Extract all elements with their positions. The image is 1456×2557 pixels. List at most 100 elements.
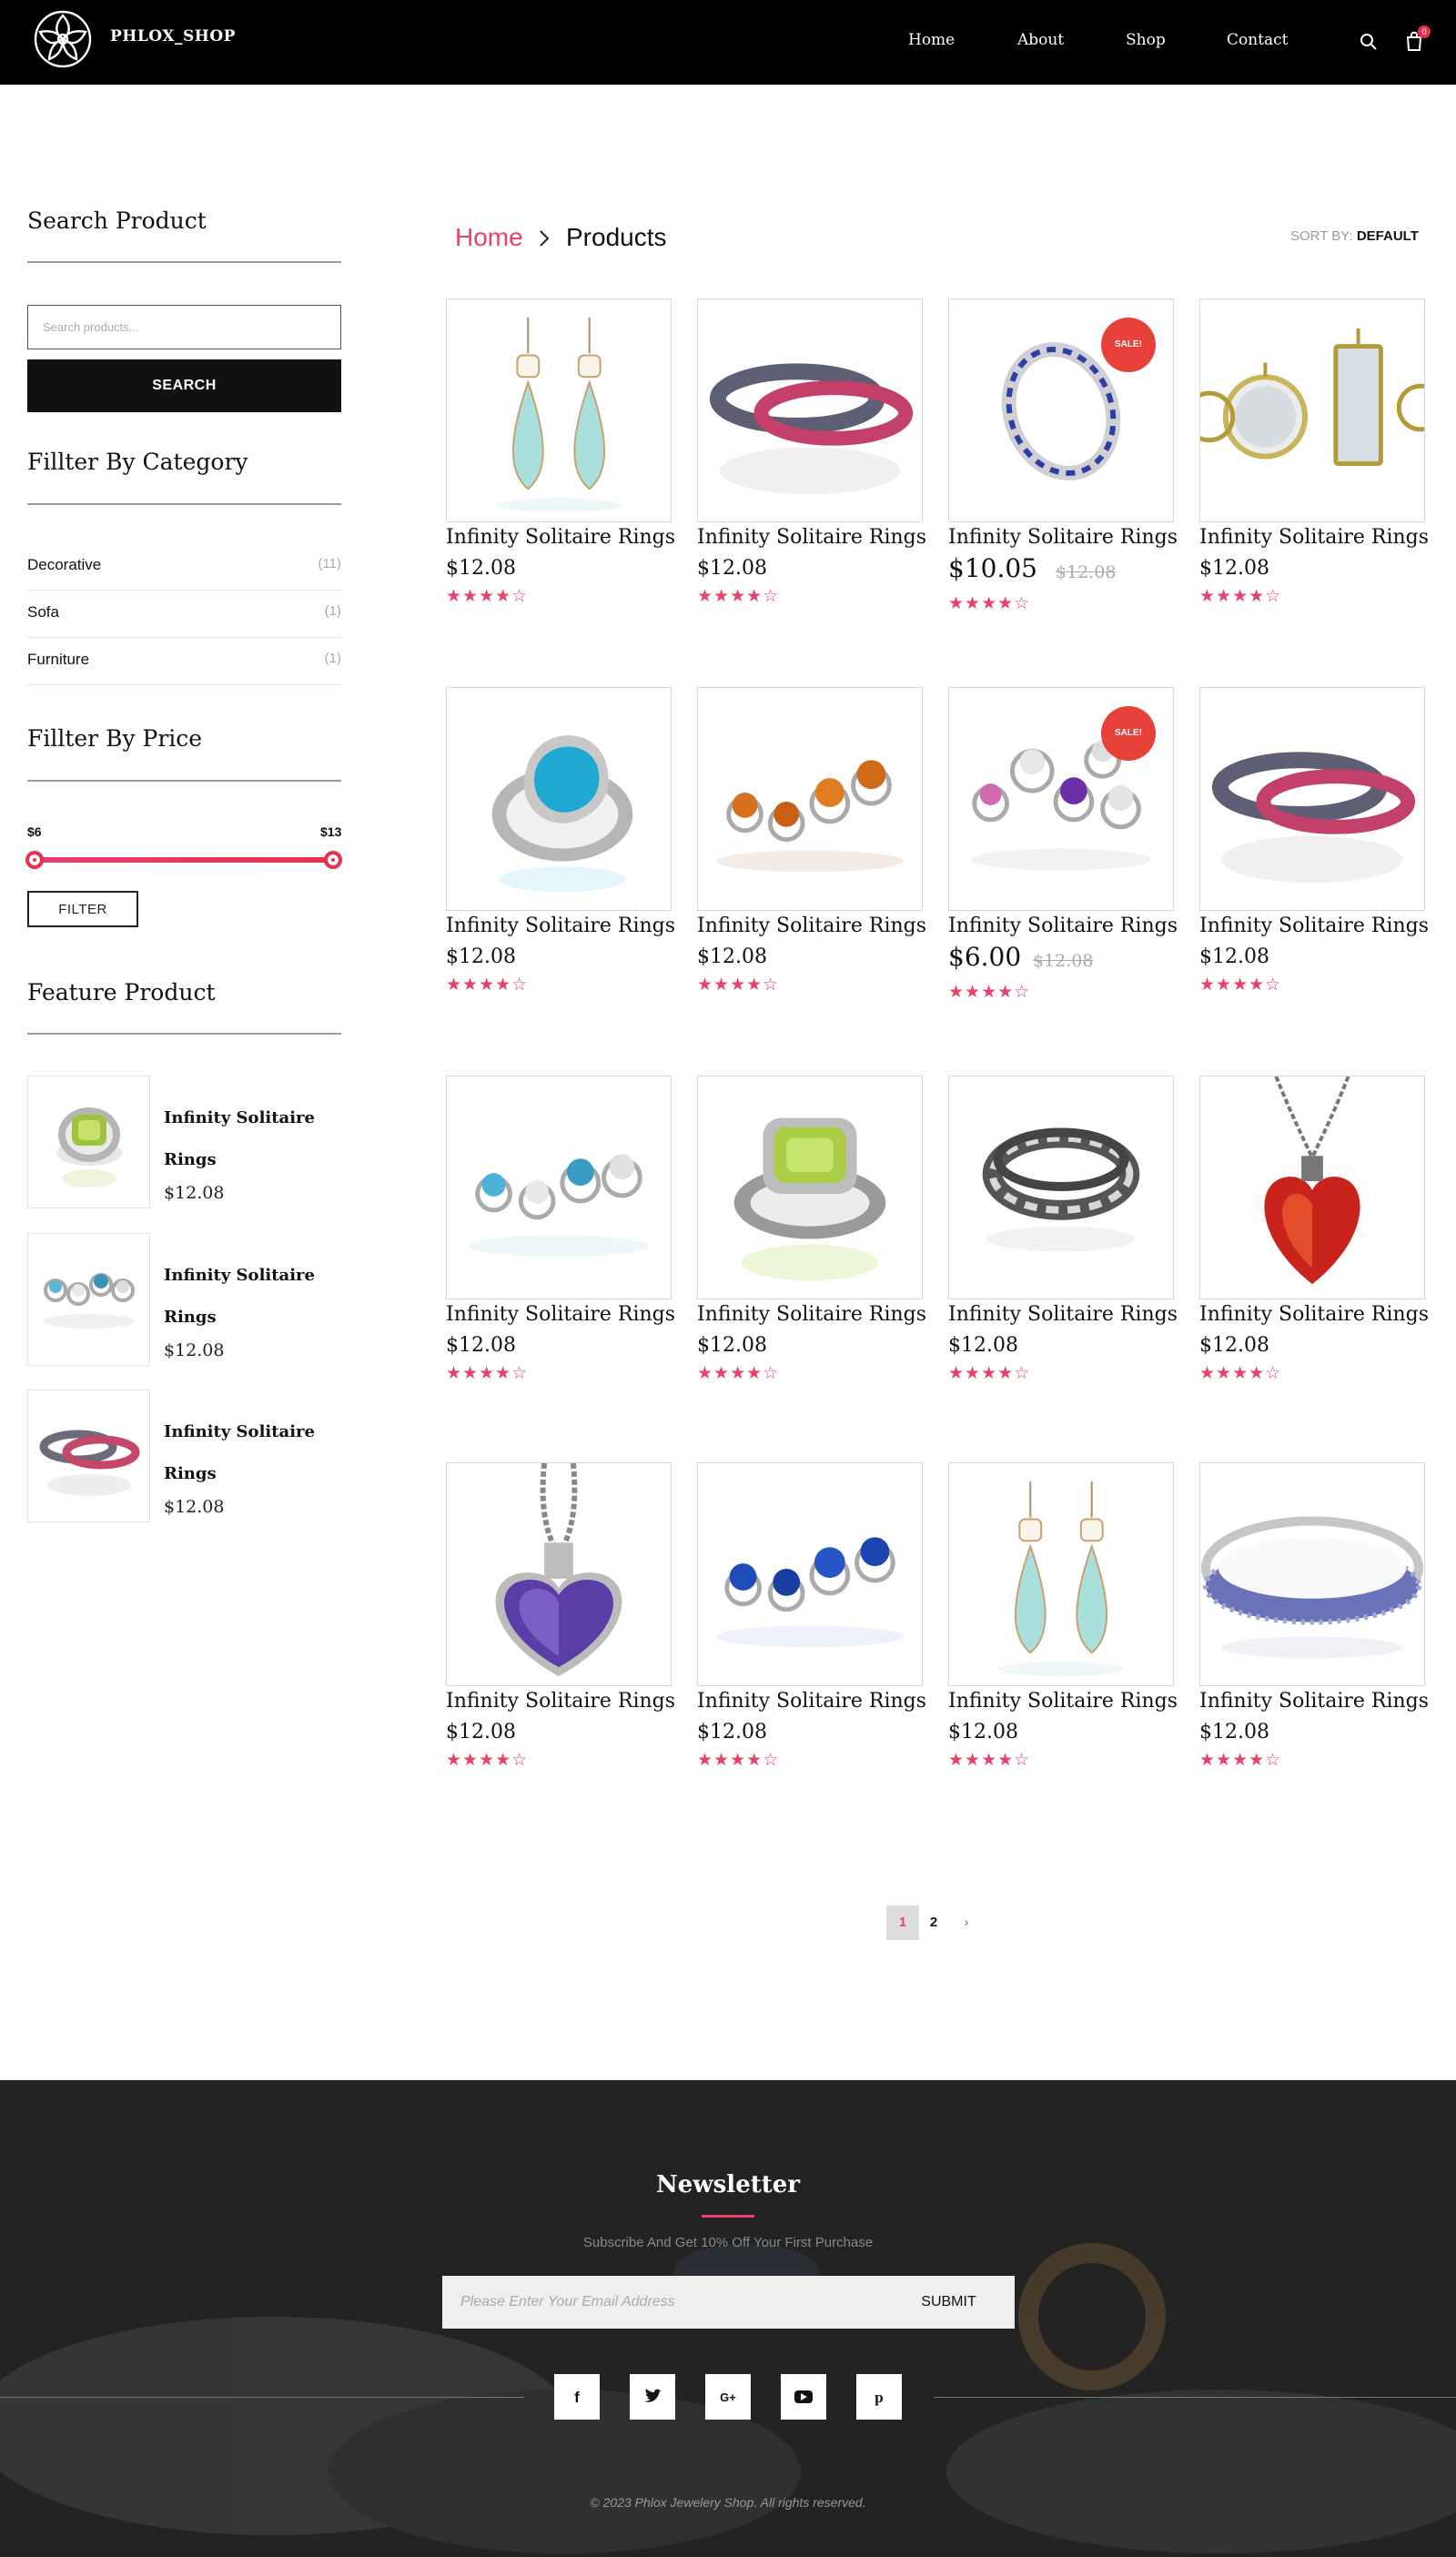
search-input[interactable] — [27, 305, 341, 349]
product-card[interactable]: Infinity Solitaire Rings $12.08 ★★★★☆ — [1199, 1462, 1429, 1799]
sale-badge: SALE! — [1101, 706, 1156, 761]
product-card[interactable]: Infinity Solitaire Rings $12.08 ★★★★☆ — [1199, 1076, 1429, 1412]
product-image[interactable] — [1199, 1462, 1425, 1686]
feature-product-name[interactable]: Infinity Solitaire Rings — [164, 1411, 328, 1495]
product-name[interactable]: Infinity Solitaire Rings — [1199, 915, 1429, 937]
product-price: $12.08 — [1199, 1334, 1269, 1357]
product-image[interactable] — [697, 1076, 923, 1299]
product-card[interactable]: Infinity Solitaire Rings $12.08 ★★★★☆ — [697, 687, 926, 1024]
newsletter-email-input[interactable] — [442, 2276, 883, 2329]
feature-product-image[interactable] — [27, 1233, 150, 1366]
product-image[interactable] — [446, 687, 672, 911]
product-name[interactable]: Infinity Solitaire Rings — [1199, 1303, 1429, 1326]
product-price: $12.08 — [1199, 557, 1269, 580]
product-card[interactable]: Infinity Solitaire Rings $12.08 ★★★★☆ — [446, 298, 675, 635]
product-image[interactable] — [446, 298, 672, 522]
rating-stars: ★★★★☆ — [1199, 586, 1282, 606]
google-plus-icon[interactable]: G+ — [705, 2374, 751, 2420]
product-image[interactable] — [1199, 298, 1425, 522]
product-name[interactable]: Infinity Solitaire Rings — [948, 1303, 1178, 1326]
search-icon[interactable] — [1360, 33, 1378, 51]
brand-name[interactable]: PHLOX_SHOP — [110, 27, 236, 45]
category-name[interactable]: Furniture — [27, 651, 89, 669]
product-card[interactable]: Infinity Solitaire Rings $12.08 ★★★★☆ — [1199, 687, 1429, 1024]
product-card[interactable]: Infinity Solitaire Rings $12.08 ★★★★☆ — [1199, 298, 1429, 635]
feature-product-title: Feature Product — [27, 979, 216, 1006]
product-card[interactable]: Infinity Solitaire Rings $12.08 ★★★★☆ — [697, 1462, 926, 1799]
nav-contact[interactable]: Contact — [1227, 31, 1289, 49]
sort-dropdown[interactable]: SORT BY: DEFAULT — [1290, 228, 1419, 244]
category-name[interactable]: Sofa — [27, 603, 59, 622]
product-name[interactable]: Infinity Solitaire Rings — [446, 1690, 675, 1713]
product-name[interactable]: Infinity Solitaire Rings — [948, 1690, 1178, 1713]
sort-value[interactable]: DEFAULT — [1357, 228, 1419, 244]
youtube-icon[interactable] — [781, 2374, 826, 2420]
product-name[interactable]: Infinity Solitaire Rings — [948, 915, 1178, 937]
product-card[interactable]: Infinity Solitaire Rings $12.08 ★★★★☆ — [697, 298, 926, 635]
product-name[interactable]: Infinity Solitaire Rings — [446, 915, 675, 937]
feature-product-image[interactable] — [27, 1076, 150, 1208]
rating-stars: ★★★★☆ — [697, 586, 780, 606]
logo-flower-icon[interactable] — [31, 7, 95, 71]
copyright-text: © 2023 Phlox Jewelery Shop. All rights r… — [590, 2495, 866, 2510]
feature-product-image[interactable] — [27, 1390, 150, 1522]
product-image[interactable] — [948, 1076, 1174, 1299]
breadcrumb-home[interactable]: Home — [455, 223, 523, 252]
rating-stars: ★★★★☆ — [446, 586, 529, 606]
product-card[interactable]: SALE! Infinity Solitaire Rings $6.00 $12.08… — [948, 687, 1178, 1024]
product-image[interactable] — [697, 687, 923, 911]
search-button[interactable]: SEARCH — [27, 359, 341, 412]
feature-product-item[interactable]: Infinity Solitaire Rings $12.08 — [27, 1076, 341, 1208]
price-min-label: $6 — [27, 824, 42, 839]
product-name[interactable]: Infinity Solitaire Rings — [1199, 526, 1429, 549]
twitter-icon[interactable] — [630, 2374, 675, 2420]
product-name[interactable]: Infinity Solitaire Rings — [697, 915, 926, 937]
product-name[interactable]: Infinity Solitaire Rings — [697, 1303, 926, 1326]
newsletter-title: Newsletter — [655, 2171, 800, 2198]
price-max-handle[interactable] — [324, 851, 342, 869]
pinterest-icon[interactable]: p — [856, 2374, 902, 2420]
nav-shop[interactable]: Shop — [1126, 31, 1166, 49]
product-card[interactable]: Infinity Solitaire Rings $12.08 ★★★★☆ — [446, 1462, 675, 1799]
feature-product-name[interactable]: Infinity Solitaire Rings — [164, 1255, 328, 1339]
feature-product-item[interactable]: Infinity Solitaire Rings $12.08 — [27, 1390, 341, 1522]
product-name[interactable]: Infinity Solitaire Rings — [697, 1690, 926, 1713]
product-card[interactable]: SALE! Infinity Solitaire Rings $10.05 $12.0… — [948, 298, 1178, 635]
price-min-handle[interactable] — [25, 851, 44, 869]
feature-product-item[interactable]: Infinity Solitaire Rings $12.08 — [27, 1233, 341, 1366]
next-page-button[interactable]: › — [950, 1905, 983, 1940]
newsletter-submit-button[interactable]: SUBMIT — [883, 2276, 1015, 2329]
product-image[interactable] — [446, 1462, 672, 1686]
category-item-sofa[interactable]: Sofa (1) — [27, 591, 341, 638]
product-name[interactable]: Infinity Solitaire Rings — [446, 526, 675, 549]
product-name[interactable]: Infinity Solitaire Rings — [948, 526, 1178, 549]
price-range-track[interactable] — [35, 857, 333, 863]
product-card[interactable]: Infinity Solitaire Rings $12.08 ★★★★☆ — [697, 1076, 926, 1412]
nav-about[interactable]: About — [1017, 31, 1064, 49]
product-name[interactable]: Infinity Solitaire Rings — [1199, 1690, 1429, 1713]
filter-button[interactable]: FILTER — [27, 891, 138, 927]
product-image[interactable] — [1199, 687, 1425, 911]
product-name[interactable]: Infinity Solitaire Rings — [446, 1303, 675, 1326]
category-item-furniture[interactable]: Furniture (1) — [27, 638, 341, 685]
feature-product-price: $12.08 — [164, 1497, 225, 1517]
product-price: $12.08 — [697, 1721, 767, 1743]
rating-stars: ★★★★☆ — [446, 1363, 529, 1383]
page-2-button[interactable]: 2 — [917, 1905, 950, 1940]
feature-product-name[interactable]: Infinity Solitaire Rings — [164, 1097, 328, 1181]
category-item-decorative[interactable]: Decorative (11) — [27, 543, 341, 591]
page-1-button[interactable]: 1 — [886, 1905, 919, 1940]
product-image[interactable] — [446, 1076, 672, 1299]
facebook-icon[interactable]: f — [554, 2374, 600, 2420]
product-image[interactable] — [1199, 1076, 1425, 1299]
product-card[interactable]: Infinity Solitaire Rings $12.08 ★★★★☆ — [948, 1076, 1178, 1412]
product-image[interactable] — [697, 298, 923, 522]
product-card[interactable]: Infinity Solitaire Rings $12.08 ★★★★☆ — [446, 687, 675, 1024]
category-name[interactable]: Decorative — [27, 556, 101, 574]
product-card[interactable]: Infinity Solitaire Rings $12.08 ★★★★☆ — [948, 1462, 1178, 1799]
product-image[interactable] — [948, 1462, 1174, 1686]
product-image[interactable] — [697, 1462, 923, 1686]
product-name[interactable]: Infinity Solitaire Rings — [697, 526, 926, 549]
nav-home[interactable]: Home — [908, 31, 955, 49]
product-card[interactable]: Infinity Solitaire Rings $12.08 ★★★★☆ — [446, 1076, 675, 1412]
